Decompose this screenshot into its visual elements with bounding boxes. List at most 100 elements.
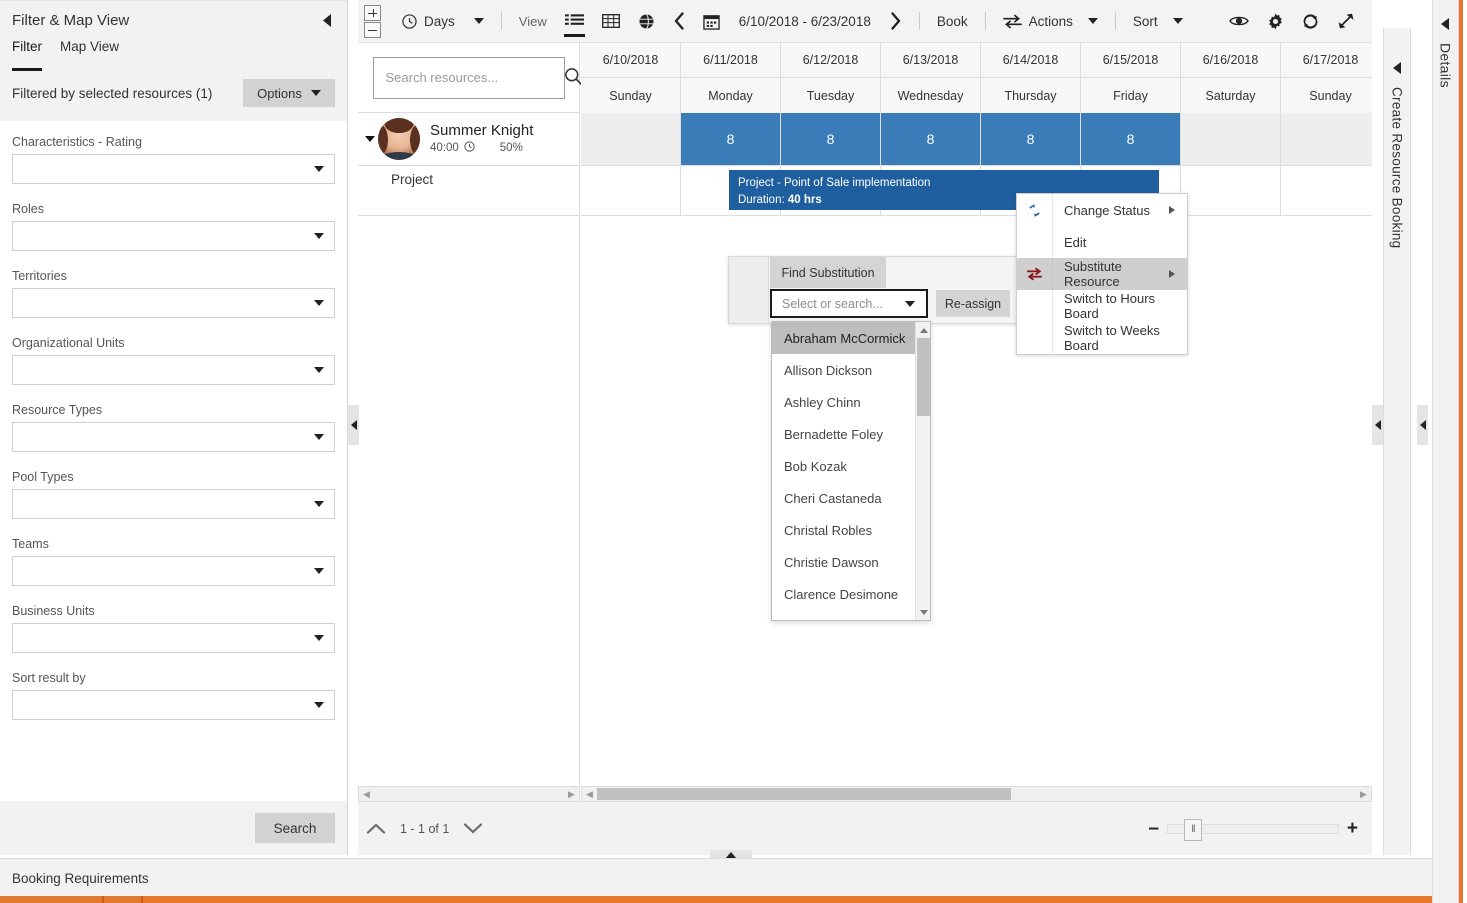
search-resources-input[interactable] [384, 69, 564, 86]
page-up-button[interactable] [358, 811, 394, 847]
search-button[interactable]: Search [255, 813, 335, 843]
submenu-arrow-icon [1169, 270, 1175, 278]
calendar-hscrollbar[interactable]: ◀ ▶ [581, 786, 1372, 802]
details-panel[interactable]: Details [1432, 0, 1459, 903]
scroll-track[interactable] [597, 787, 1356, 801]
resource-list-hscrollbar[interactable]: ◀ ▶ [358, 786, 580, 802]
search-icon[interactable] [564, 67, 583, 89]
board-right-splitter-handle[interactable] [1372, 405, 1383, 445]
dropdown-option[interactable]: Bernadette Foley [772, 418, 915, 450]
roles-select[interactable] [12, 221, 335, 251]
options-button[interactable]: Options [243, 79, 335, 107]
context-menu-item-edit[interactable]: Edit [1017, 226, 1187, 258]
reassign-button[interactable]: Re-assign [936, 290, 1010, 317]
substitute-resource-combobox[interactable]: Select or search... [770, 289, 928, 318]
taskbar-item[interactable] [0, 896, 104, 903]
scroll-track[interactable] [374, 787, 564, 801]
sort-result-by-select[interactable] [12, 690, 335, 720]
capacity-cell[interactable]: 8 [1081, 113, 1181, 165]
view-mode-list[interactable] [556, 0, 593, 43]
taskbar-item[interactable] [145, 896, 1432, 903]
capacity-cell[interactable]: 8 [981, 113, 1081, 165]
dropdown-scrollbar[interactable] [915, 322, 930, 620]
zoom-slider-handle[interactable]: ‖ [1184, 819, 1202, 841]
booking-grid-cell[interactable] [1281, 166, 1372, 215]
scroll-left-icon[interactable]: ◀ [359, 787, 374, 801]
characteristics-rating-select[interactable] [12, 154, 335, 184]
calendar-picker-button[interactable] [694, 0, 729, 43]
dropdown-option[interactable]: Bob Kozak [772, 450, 915, 482]
dropdown-option[interactable]: Allison Dickson [772, 354, 915, 386]
visibility-toggle-button[interactable] [1220, 0, 1258, 43]
resource-utilization: 50% [500, 142, 523, 154]
refresh-button[interactable] [1293, 0, 1328, 43]
context-menu-item-change-status[interactable]: Change Status [1017, 194, 1187, 226]
tab-filter[interactable]: Filter [12, 39, 42, 71]
business-units-select[interactable] [12, 623, 335, 653]
dropdown-option[interactable]: Cheri Castaneda [772, 482, 915, 514]
fullscreen-button[interactable] [1328, 0, 1364, 43]
capacity-cell[interactable] [581, 113, 681, 165]
booking-grid-cell[interactable] [1181, 166, 1281, 215]
taskbar-item[interactable] [106, 896, 143, 903]
resource-child-row[interactable]: Project [358, 166, 579, 216]
book-button[interactable]: Book [928, 0, 977, 43]
expand-all-icon[interactable] [364, 5, 381, 21]
context-menu-item-substitute-resource[interactable]: Substitute Resource [1017, 258, 1187, 290]
resource-expander-icon[interactable] [362, 136, 378, 142]
collapse-create-booking-icon[interactable] [1393, 62, 1402, 77]
capacity-cell[interactable]: 8 [781, 113, 881, 165]
scroll-left-icon[interactable]: ◀ [582, 787, 597, 801]
find-substitution-tab[interactable]: Find Substitution [770, 257, 886, 288]
collapse-left-panel-icon[interactable] [319, 12, 335, 28]
context-menu-item-switch-weeks-board[interactable]: Switch to Weeks Board [1017, 322, 1187, 354]
resource-row[interactable]: Summer Knight 40:00 50% [358, 113, 579, 166]
caret-down-icon[interactable] [902, 301, 918, 307]
next-period-button[interactable] [881, 0, 911, 43]
booking-grid-cell[interactable] [581, 166, 681, 215]
create-resource-booking-panel[interactable]: Create Resource Booking [1383, 28, 1411, 855]
sort-menu[interactable]: Sort [1124, 0, 1192, 43]
capacity-cell[interactable]: 8 [681, 113, 781, 165]
dropdown-option[interactable]: Christie Dawson [772, 546, 915, 578]
territories-select[interactable] [12, 288, 335, 318]
popup-left-gutter [729, 257, 769, 323]
settings-button[interactable] [1258, 0, 1293, 43]
capacity-cell[interactable] [1281, 113, 1372, 165]
resource-types-select[interactable] [12, 422, 335, 452]
collapse-details-icon[interactable] [1441, 18, 1450, 33]
left-panel-splitter-handle[interactable] [348, 405, 359, 445]
zoom-in-button[interactable]: + [1347, 819, 1358, 838]
scroll-thumb[interactable] [917, 338, 930, 416]
scroll-right-icon[interactable]: ▶ [564, 787, 579, 801]
details-splitter-handle[interactable] [1417, 405, 1428, 445]
scroll-thumb[interactable] [597, 788, 1011, 800]
zoom-slider-track[interactable]: ‖ [1167, 824, 1339, 834]
context-menu-item-switch-hours-board[interactable]: Switch to Hours Board [1017, 290, 1187, 322]
view-mode-grid[interactable] [593, 0, 629, 43]
resource-search-box[interactable] [373, 57, 565, 99]
page-down-button[interactable] [455, 811, 491, 847]
dropdown-option[interactable]: Abraham McCormick [772, 322, 915, 354]
dropdown-option[interactable]: Clarence Desimone [772, 578, 915, 610]
zoom-out-button[interactable]: – [1148, 819, 1159, 838]
collapse-all-icon[interactable] [364, 22, 381, 38]
scroll-up-icon[interactable] [916, 323, 931, 337]
booking-requirements-bar[interactable]: Booking Requirements [0, 858, 1432, 898]
tab-map-view[interactable]: Map View [60, 39, 119, 71]
prev-period-button[interactable] [664, 0, 694, 43]
capacity-cell[interactable]: 8 [881, 113, 981, 165]
period-selector[interactable]: Days [393, 0, 493, 43]
dropdown-option[interactable]: Christal Robles [772, 514, 915, 546]
view-mode-map[interactable] [629, 0, 664, 43]
divider [1115, 12, 1116, 30]
capacity-cell[interactable] [1181, 113, 1281, 165]
scroll-right-icon[interactable]: ▶ [1356, 787, 1371, 801]
date-range-label[interactable]: 6/10/2018 - 6/23/2018 [729, 14, 881, 29]
organizational-units-select[interactable] [12, 355, 335, 385]
scroll-down-icon[interactable] [916, 605, 931, 619]
actions-menu[interactable]: Actions [994, 0, 1107, 43]
dropdown-option[interactable]: Ashley Chinn [772, 386, 915, 418]
teams-select[interactable] [12, 556, 335, 586]
pool-types-select[interactable] [12, 489, 335, 519]
